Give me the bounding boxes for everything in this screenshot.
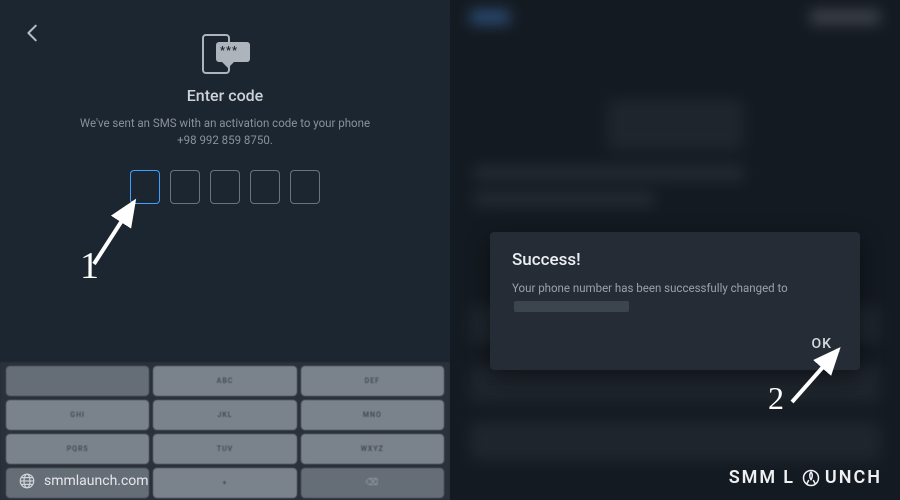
ok-button[interactable]: OK [806,330,839,358]
dialog-body: Your phone number has been successfully … [512,280,838,316]
watermark-left-text: smmlaunch.com [44,473,149,489]
redacted-phone-number [514,301,629,312]
success-dialog: Success! Your phone number has been succ… [490,232,860,370]
key-0[interactable]: + [153,468,296,498]
key-backspace[interactable]: ⌫ [301,468,444,498]
globe-icon [18,472,36,490]
annotation-1-label: 1 [80,244,99,288]
sms-illustration: *** [198,34,252,74]
watermark-left: smmlaunch.com [18,472,149,490]
key-7[interactable]: PQRS [6,434,149,464]
code-digit-2[interactable] [170,170,200,204]
rocket-icon [801,468,821,488]
watermark-right: SMML UNCH [729,467,882,488]
back-button[interactable] [22,22,44,44]
key-8[interactable]: TUV [153,434,296,464]
page-subtitle: We've sent an SMS with an activation cod… [80,115,370,150]
page-title: Enter code [187,86,264,105]
code-input-row [130,170,320,204]
code-digit-1[interactable] [130,170,160,204]
key-5[interactable]: JKL [153,400,296,430]
annotation-1: 1 [88,194,148,274]
key-9[interactable]: WXYZ [301,434,444,464]
key-4[interactable]: GHI [6,400,149,430]
key-1[interactable]: 1 [6,366,149,396]
success-screen: Success! Your phone number has been succ… [450,0,900,500]
code-digit-4[interactable] [250,170,280,204]
code-digit-5[interactable] [290,170,320,204]
enter-code-screen: *** Enter code We've sent an SMS with an… [0,0,450,500]
key-6[interactable]: MNO [301,400,444,430]
dialog-title: Success! [512,250,838,270]
key-3[interactable]: DEF [301,366,444,396]
key-2[interactable]: ABC [153,366,296,396]
code-digit-3[interactable] [210,170,240,204]
